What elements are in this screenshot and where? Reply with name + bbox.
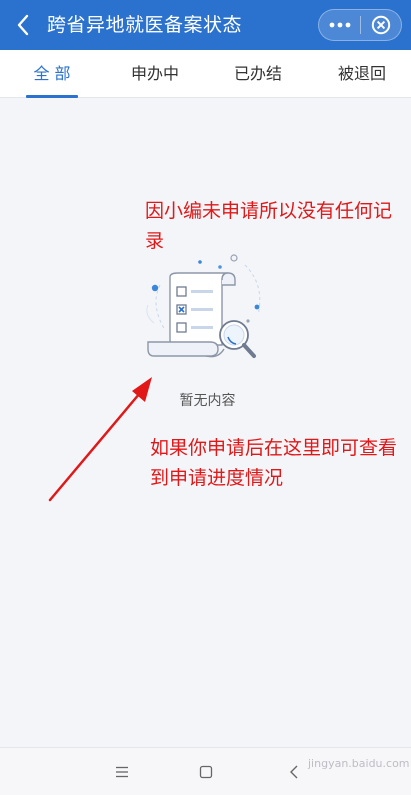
empty-state-text: 暂无内容 — [179, 393, 236, 409]
watermark: jingyan.baidu.com — [308, 757, 410, 770]
back-button[interactable] — [8, 10, 38, 40]
menu-button[interactable] — [110, 762, 134, 782]
close-button[interactable] — [361, 10, 401, 40]
annotation-arrow — [48, 377, 152, 502]
more-dots-icon — [329, 22, 350, 28]
home-square-icon — [199, 765, 213, 779]
status-tabs: 全 部 申办中 已办结 被退回 — [0, 50, 411, 98]
tab-returned[interactable]: 被退回 — [324, 50, 400, 98]
back-arrow-icon — [290, 765, 298, 779]
menu-icon — [116, 766, 128, 778]
system-back-button[interactable] — [282, 762, 306, 782]
chevron-left-icon — [17, 14, 29, 36]
tab-all[interactable]: 全 部 — [14, 50, 90, 98]
close-circle-icon — [371, 15, 391, 35]
active-tab-indicator — [26, 95, 78, 98]
empty-document-search-icon — [146, 254, 261, 358]
tab-completed[interactable]: 已办结 — [220, 50, 296, 98]
page-title: 跨省异地就医备案状态 — [47, 14, 243, 36]
app-header: 跨省异地就医备案状态 — [0, 0, 411, 50]
system-nav-bar — [0, 747, 411, 795]
mini-program-capsule — [318, 9, 402, 41]
home-button[interactable] — [194, 762, 218, 782]
annotation-bottom: 如果你申请后在这里即可查看到申请进度情况 — [150, 437, 398, 489]
tab-in-progress[interactable]: 申办中 — [116, 50, 194, 98]
more-button[interactable] — [319, 10, 360, 40]
